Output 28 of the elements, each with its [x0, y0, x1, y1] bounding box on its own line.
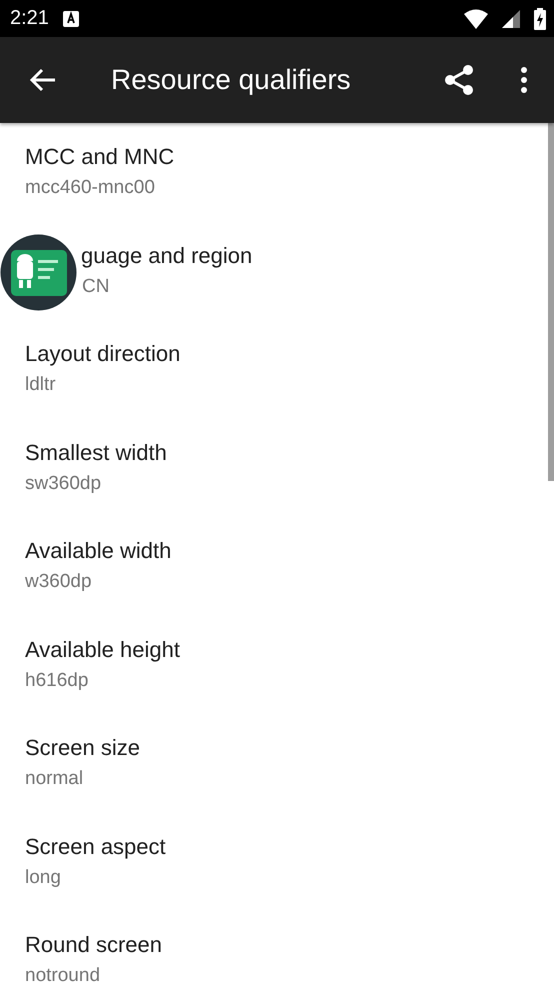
qualifier-value: CN [81, 274, 110, 299]
qualifier-value: h616dp [25, 668, 90, 693]
keyboard-icon [62, 10, 79, 26]
status-time: 2:21 [10, 7, 49, 30]
qualifier-value: w360dp [25, 570, 93, 594]
qualifier-title: Smallest width [25, 440, 168, 466]
qualifier-title: Layout direction [25, 341, 182, 368]
qualifier-value: mcc460-mnc00 [25, 176, 156, 200]
qualifier-title: Round screen [25, 932, 163, 958]
wifi-icon [464, 8, 488, 28]
app-bubble-icon[interactable] [0, 234, 77, 311]
qualifier-title: MCC and MNC [25, 144, 176, 170]
qualifier-value: long [25, 866, 62, 890]
qualifier-title: guage and region [80, 242, 254, 269]
qualifier-value: normal [25, 767, 84, 792]
signal-icon [502, 10, 520, 28]
qualifier-value: sw360dp [25, 472, 102, 496]
share-icon [444, 64, 474, 96]
toolbar-title: Resource qualifiers [110, 64, 352, 96]
battery-icon [534, 8, 546, 30]
qualifier-value: ldltr [25, 373, 57, 398]
back-arrow-icon [29, 68, 57, 92]
qualifier-title: Screen size [25, 735, 141, 762]
more-icon [520, 66, 528, 94]
qualifier-title: Available height [25, 636, 181, 663]
qualifier-title: Screen aspect [25, 834, 167, 860]
qualifier-value: notround [25, 964, 102, 984]
qualifier-title: Available width [25, 538, 172, 564]
